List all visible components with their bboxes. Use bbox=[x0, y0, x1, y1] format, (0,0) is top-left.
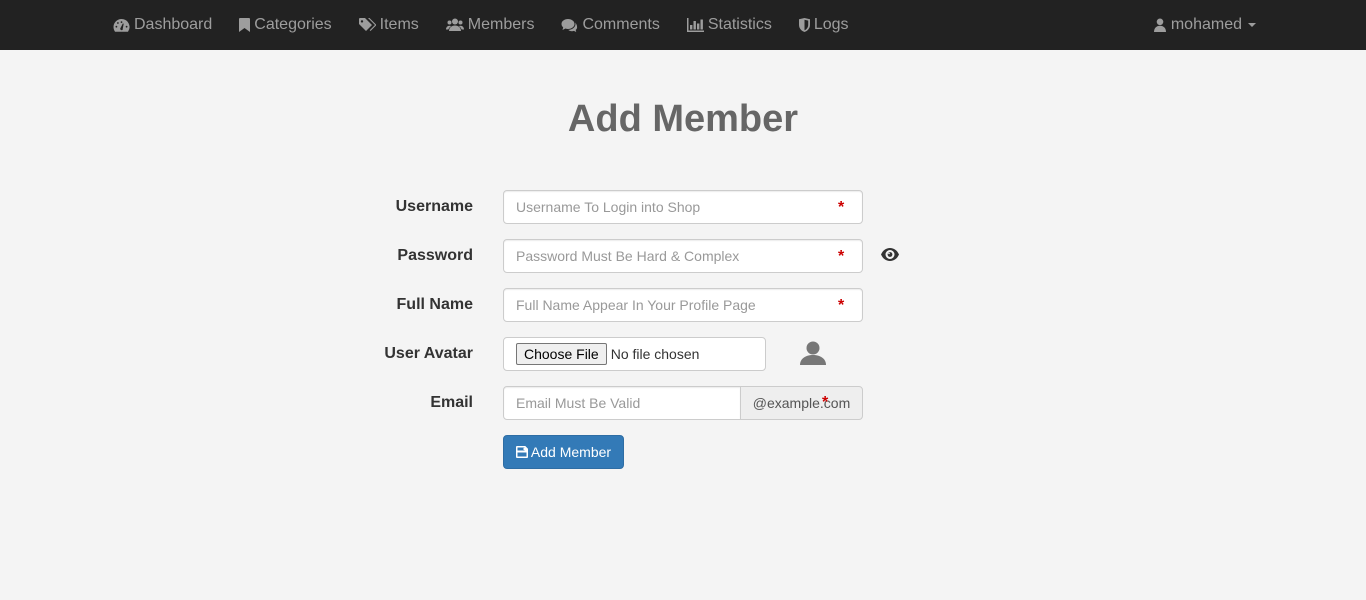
user-icon bbox=[1153, 18, 1166, 32]
username-label: Username bbox=[395, 198, 473, 215]
eye-icon[interactable] bbox=[881, 248, 899, 266]
nav-item-items[interactable]: Items bbox=[344, 0, 431, 50]
avatar-row: User Avatar Choose File No file chosen bbox=[0, 337, 1366, 371]
required-mark: * bbox=[822, 394, 829, 411]
nav-item-members[interactable]: Members bbox=[431, 0, 547, 50]
page-title: Add Member bbox=[567, 98, 799, 140]
username-input[interactable] bbox=[503, 190, 863, 224]
nav-label: Logs bbox=[813, 16, 849, 33]
tags-icon bbox=[358, 18, 376, 32]
nav-links: Dashboard Categories Items Members Comme… bbox=[98, 0, 861, 50]
file-status: No file chosen bbox=[610, 346, 700, 362]
password-label: Password bbox=[397, 247, 473, 264]
email-domain-addon: @example.com bbox=[740, 386, 863, 420]
bookmark-icon bbox=[239, 18, 251, 32]
avatar-label: User Avatar bbox=[384, 345, 473, 362]
user-avatar-icon bbox=[800, 341, 826, 370]
avatar-file-input: Choose File No file chosen bbox=[503, 337, 766, 371]
save-icon bbox=[515, 446, 528, 458]
email-row: Email @example.com * bbox=[0, 386, 1366, 420]
nav-label: Items bbox=[379, 16, 419, 33]
choose-file-button[interactable]: Choose File bbox=[516, 343, 607, 365]
dashboard-icon bbox=[113, 18, 130, 32]
top-navbar: Dashboard Categories Items Members Comme… bbox=[0, 0, 1366, 50]
nav-label: Categories bbox=[254, 16, 332, 33]
nav-item-logs[interactable]: Logs bbox=[784, 0, 861, 50]
password-row: Password * bbox=[0, 239, 1366, 273]
required-mark: * bbox=[838, 297, 845, 314]
add-member-button[interactable]: Add Member bbox=[503, 435, 624, 469]
fullname-label: Full Name bbox=[396, 296, 473, 313]
nav-label: Comments bbox=[582, 16, 660, 33]
user-dropdown[interactable]: mohamed bbox=[1153, 0, 1256, 50]
add-member-label: Add Member bbox=[530, 444, 612, 460]
email-label: Email bbox=[430, 394, 473, 411]
username-row: Username * bbox=[0, 190, 1366, 224]
nav-item-dashboard[interactable]: Dashboard bbox=[98, 0, 224, 50]
nav-label: Statistics bbox=[707, 16, 772, 33]
nav-label: Dashboard bbox=[134, 16, 213, 33]
email-input[interactable] bbox=[503, 386, 741, 420]
shield-icon bbox=[798, 18, 810, 32]
nav-item-statistics[interactable]: Statistics bbox=[672, 0, 784, 50]
nav-item-comments[interactable]: Comments bbox=[546, 0, 671, 50]
chevron-down-icon bbox=[1248, 23, 1256, 27]
bar-chart-icon bbox=[686, 18, 704, 32]
required-mark: * bbox=[838, 199, 845, 216]
fullname-input[interactable] bbox=[503, 288, 863, 322]
nav-item-categories[interactable]: Categories bbox=[224, 0, 343, 50]
required-mark: * bbox=[838, 248, 845, 265]
nav-label: Members bbox=[467, 16, 535, 33]
password-input[interactable] bbox=[503, 239, 863, 273]
users-icon bbox=[445, 18, 464, 32]
user-name: mohamed bbox=[1170, 16, 1242, 33]
fullname-row: Full Name * bbox=[0, 288, 1366, 322]
comments-icon bbox=[561, 18, 578, 32]
